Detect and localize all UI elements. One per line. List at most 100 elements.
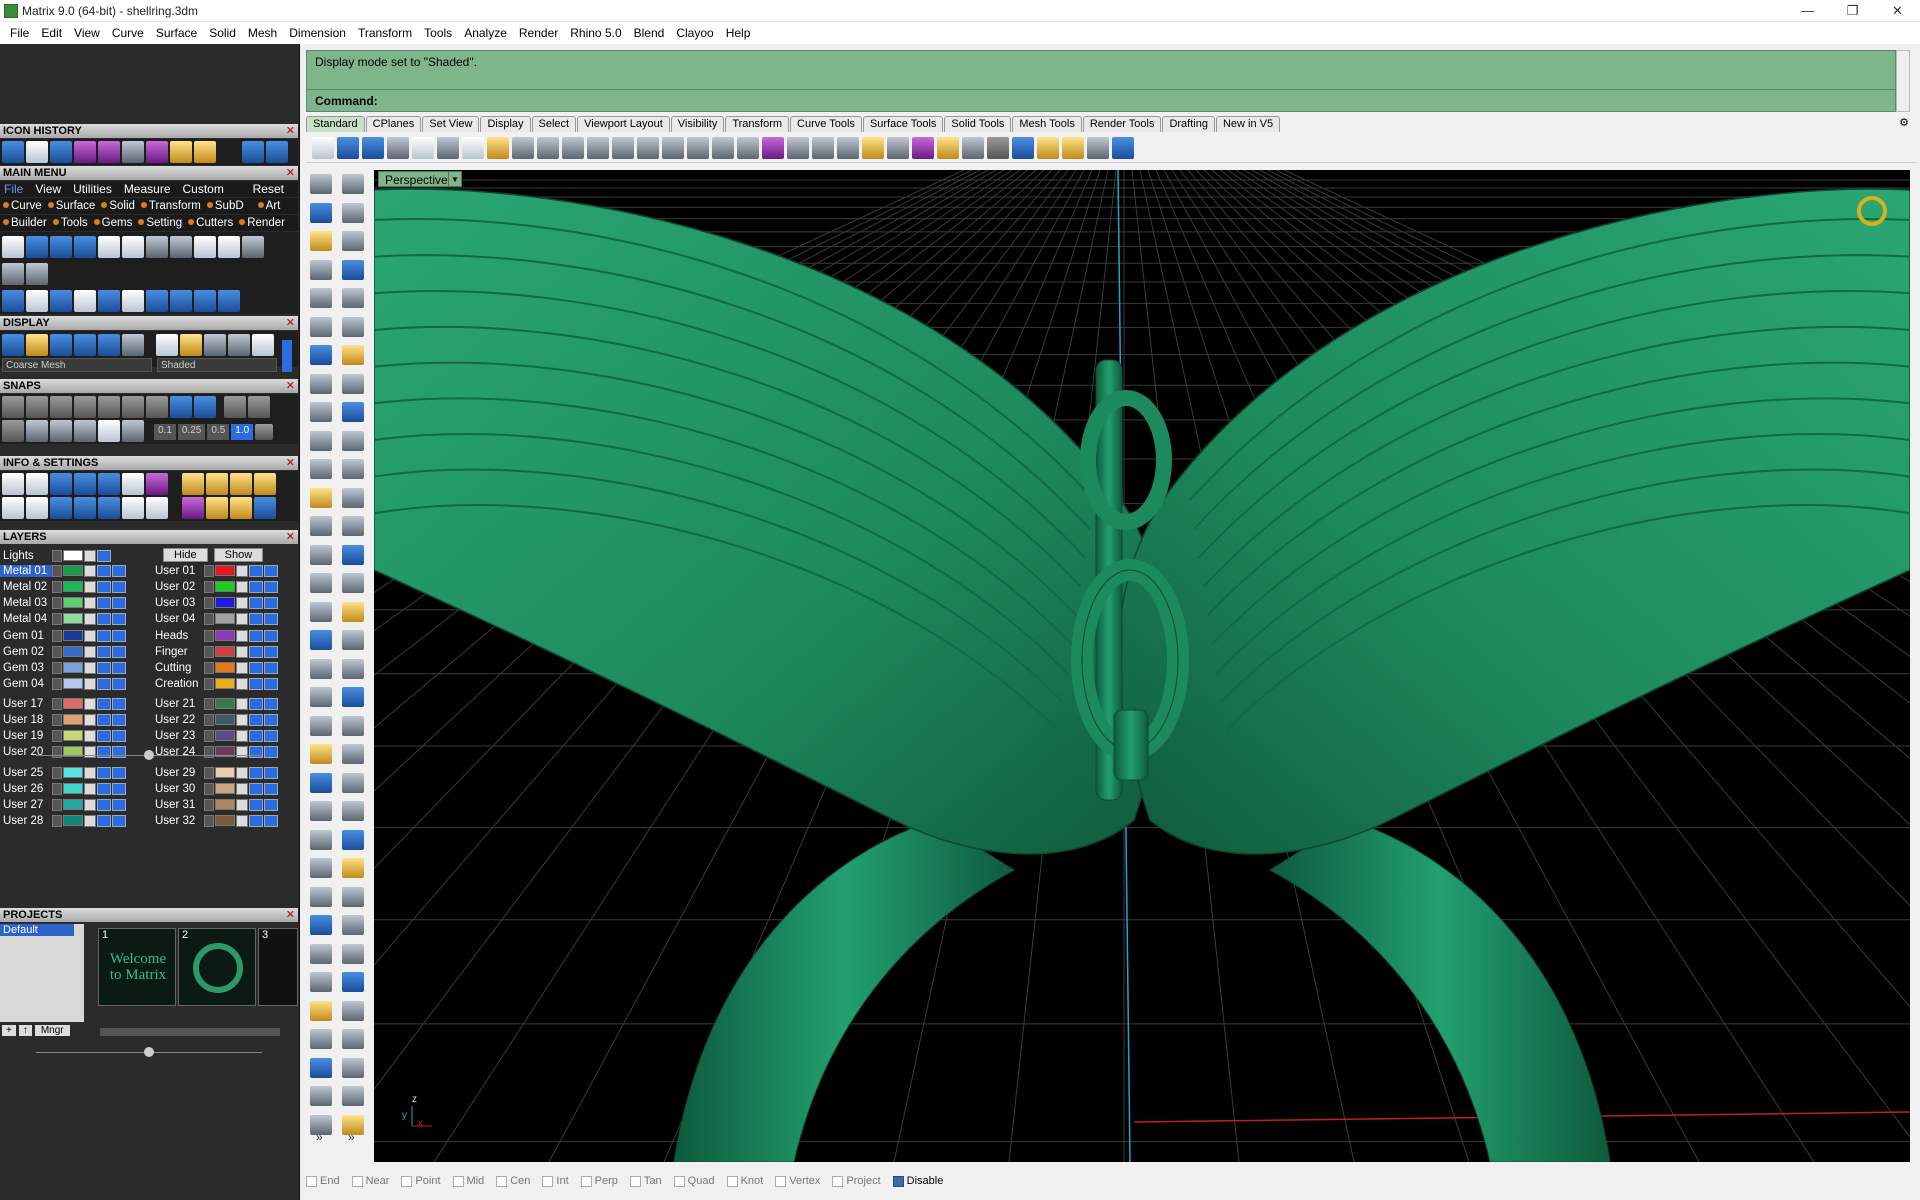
- main-tab-file[interactable]: File: [4, 181, 23, 197]
- explode-icon[interactable]: [310, 829, 332, 850]
- save-icon[interactable]: [362, 136, 384, 159]
- lock-icon[interactable]: [84, 697, 96, 710]
- cube-icon[interactable]: [50, 497, 72, 519]
- layer-row[interactable]: User 25: [0, 765, 127, 780]
- extrude-icon[interactable]: [310, 487, 332, 508]
- display-header[interactable]: DISPLAY ✕: [0, 316, 298, 330]
- visibility-icon[interactable]: [97, 713, 111, 726]
- flow-icon[interactable]: [122, 290, 144, 312]
- osnap-near[interactable]: Near: [351, 1175, 398, 1187]
- layer-icon[interactable]: [74, 497, 96, 519]
- layer-color-swatch[interactable]: [63, 714, 83, 725]
- tab-set-view[interactable]: Set View: [422, 116, 480, 132]
- layer-row[interactable]: User 19: [0, 728, 127, 743]
- checkbox-icon[interactable]: [580, 1175, 592, 1187]
- grid-icon[interactable]: [255, 424, 274, 440]
- settings-gear-icon[interactable]: [1062, 136, 1084, 159]
- users-icon[interactable]: [218, 236, 240, 258]
- lock-icon[interactable]: [236, 814, 248, 827]
- lock-icon[interactable]: [236, 798, 248, 811]
- pattern-alt-icon[interactable]: [342, 1029, 364, 1049]
- visibility-icon[interactable]: [249, 629, 263, 642]
- layer-color-swatch[interactable]: [215, 767, 235, 778]
- group-icon[interactable]: [310, 772, 332, 793]
- layer-expand-icon[interactable]: [204, 729, 214, 742]
- osnap-quad[interactable]: Quad: [673, 1175, 723, 1187]
- lock-icon[interactable]: [236, 766, 248, 779]
- lock-icon[interactable]: [84, 596, 96, 609]
- visibility-icon[interactable]: [97, 798, 111, 811]
- script-icon[interactable]: [242, 236, 264, 258]
- main-tab-measure[interactable]: Measure: [124, 181, 171, 197]
- arrow-right-icon[interactable]: [266, 141, 288, 163]
- visibility-icon[interactable]: [249, 713, 263, 726]
- layer-color-swatch[interactable]: [63, 597, 83, 608]
- menu-tools-item[interactable]: Tools: [52, 215, 88, 231]
- more-tools-right-icon[interactable]: »: [348, 1130, 355, 1144]
- lock-icon[interactable]: [84, 580, 96, 593]
- tool-gold-alt-icon[interactable]: [342, 658, 364, 679]
- layer-color-swatch[interactable]: [63, 662, 83, 673]
- tool-gold-icon[interactable]: [310, 658, 332, 679]
- select-pick-icon[interactable]: [342, 174, 364, 194]
- group-alt-icon[interactable]: [342, 772, 364, 793]
- rectangle-alt-icon[interactable]: [342, 373, 364, 394]
- save-icon[interactable]: [98, 236, 120, 258]
- explode-alt-icon[interactable]: [342, 829, 364, 850]
- menu-analyze[interactable]: Analyze: [458, 22, 513, 44]
- lock-icon[interactable]: [84, 713, 96, 726]
- menu-tools[interactable]: Tools: [418, 22, 458, 44]
- material-icon[interactable]: [912, 136, 934, 159]
- close-icon[interactable]: ✕: [286, 456, 295, 470]
- visibility-icon[interactable]: [249, 782, 263, 795]
- join-icon[interactable]: [310, 801, 332, 821]
- lock-icon[interactable]: [236, 629, 248, 642]
- visibility-icon[interactable]: [249, 661, 263, 674]
- visibility-icon[interactable]: [97, 782, 111, 795]
- layer-expand-icon[interactable]: [52, 814, 62, 827]
- snap-settings-icon[interactable]: [248, 396, 270, 418]
- tool-blue-alt-icon[interactable]: [342, 687, 364, 707]
- checkbox-icon[interactable]: [832, 1175, 844, 1187]
- visibility-icon[interactable]: [97, 661, 111, 674]
- menu-help[interactable]: Help: [720, 22, 757, 44]
- lock-icon[interactable]: [84, 798, 96, 811]
- osnap-point[interactable]: Point: [401, 1175, 448, 1187]
- filter-icon[interactable]: [98, 497, 120, 519]
- add-project-button[interactable]: +: [2, 1025, 16, 1036]
- tab-select[interactable]: Select: [531, 116, 577, 132]
- lock-icon[interactable]: [84, 629, 96, 642]
- layer-row[interactable]: Gem 03: [0, 660, 127, 675]
- lock-icon[interactable]: [84, 645, 96, 658]
- lock-icon[interactable]: [236, 564, 248, 577]
- check-alt-icon[interactable]: [342, 1086, 364, 1106]
- scale-icon[interactable]: [50, 290, 72, 312]
- tool-c-icon[interactable]: [230, 473, 252, 495]
- menu-view[interactable]: View: [68, 22, 106, 44]
- rotate-icon[interactable]: [26, 290, 48, 312]
- block-alt-icon[interactable]: [342, 972, 364, 992]
- visibility-icon[interactable]: [97, 612, 111, 625]
- snap-icon[interactable]: [812, 136, 834, 159]
- lock-icon[interactable]: [236, 697, 248, 710]
- print-visibility-icon[interactable]: [112, 713, 126, 726]
- print-icon[interactable]: [2, 263, 24, 285]
- point-icon[interactable]: [310, 202, 332, 223]
- project-default[interactable]: Default: [0, 924, 74, 936]
- visibility-icon[interactable]: [97, 814, 111, 827]
- layer-color-swatch[interactable]: [63, 730, 83, 741]
- new-file-icon[interactable]: [312, 136, 334, 159]
- manager-button[interactable]: Mngr: [34, 1025, 70, 1036]
- print-visibility-icon[interactable]: [264, 645, 278, 658]
- tab-viewport-layout[interactable]: Viewport Layout: [577, 116, 670, 132]
- visibility-icon[interactable]: [249, 697, 263, 710]
- tab-cplanes[interactable]: CPlanes: [365, 116, 422, 132]
- tab-new-in-v5[interactable]: New in V5: [1215, 116, 1281, 132]
- menu-file[interactable]: File: [4, 22, 35, 44]
- select-icon[interactable]: [310, 174, 332, 194]
- project-thumbnail-1[interactable]: 1 Welcome to Matrix: [98, 928, 176, 1006]
- layer-expand-icon[interactable]: [204, 814, 214, 827]
- sphere-render-icon[interactable]: [987, 136, 1009, 159]
- layer-expand-icon[interactable]: [204, 713, 214, 726]
- cylinder-alt-icon[interactable]: [342, 573, 364, 593]
